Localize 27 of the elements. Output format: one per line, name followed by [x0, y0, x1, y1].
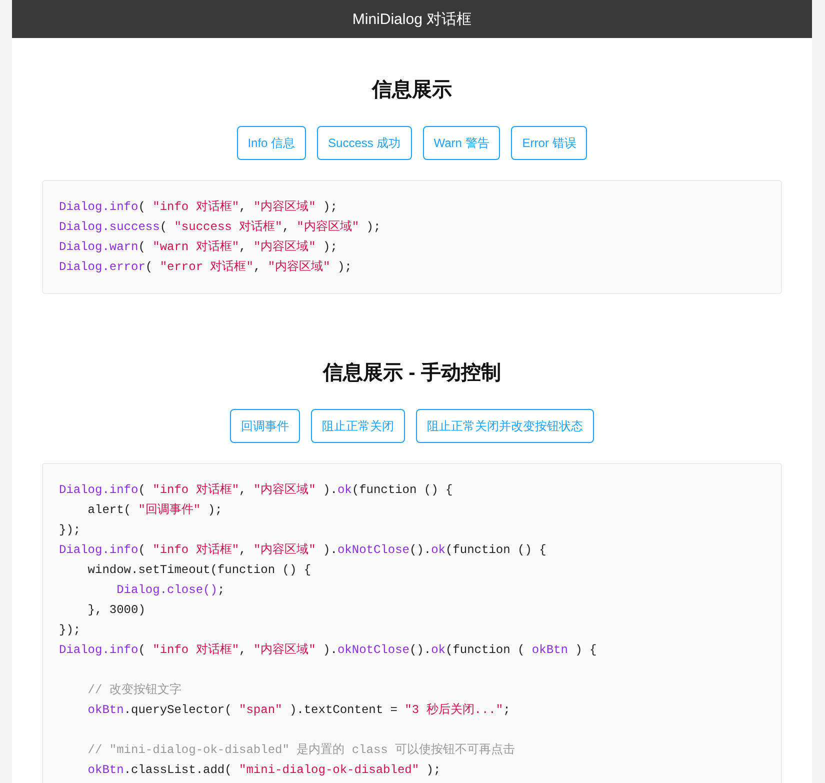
code-line: Dialog.warn( "warn 对话框", "内容区域" ); [59, 239, 338, 256]
code-line: Dialog.error( "error 对话框", "内容区域" ); [59, 259, 353, 276]
code-line: }); [59, 522, 82, 539]
code-line: // "mini-dialog-ok-disabled" 是内置的 class 可以使按钮不可再点击 [86, 742, 516, 759]
code-line: Dialog.info( "info 对话框", "内容区域" ); [59, 199, 338, 216]
code-line: Dialog.info( "info 对话框", "内容区域" ).okNotClose().ok(function () { [59, 542, 548, 559]
section-heading: 信息展示 - 手动控制 [322, 361, 502, 386]
demo-button[interactable]: 阻止正常关闭并改变按钮状态 [416, 409, 594, 443]
demo-button[interactable]: Info 信息 [236, 126, 306, 160]
code-line: window.setTimeout(function () { [86, 562, 312, 579]
demo-button[interactable]: Success 成功 [317, 126, 412, 160]
demo-button[interactable]: 阻止正常关闭 [311, 409, 405, 443]
code-line: }); [59, 622, 82, 639]
demo-button[interactable]: Warn 警告 [422, 126, 500, 160]
demo-button[interactable]: Error 错误 [511, 126, 588, 160]
code-line: // 改变按钮文字 [86, 682, 182, 699]
code-line: }, 3000) [86, 602, 146, 619]
code-line: okBtn.querySelector( "span" ).textContent = "3 秒后关闭..."; [86, 702, 512, 719]
code-line: alert( "回调事件" ); [86, 502, 224, 519]
demo-button[interactable]: 回调事件 [230, 409, 300, 443]
code-line: Dialog.info( "info 对话框", "内容区域" ).okNotClose().ok(function ( okBtn ) { [59, 642, 598, 659]
section-heading: 信息展示 [370, 78, 453, 103]
code-line: okBtn.classList.add( "mini-dialog-ok-disabled" ); [86, 762, 442, 779]
code-line: Dialog.success( "success 对话框", "内容区域" ); [59, 219, 382, 236]
page-title: MiniDialog 对话框 [352, 10, 472, 28]
code-line: Dialog.close(); [116, 582, 226, 599]
code-line: Dialog.info( "info 对话框", "内容区域" ).ok(function () { [59, 482, 454, 499]
